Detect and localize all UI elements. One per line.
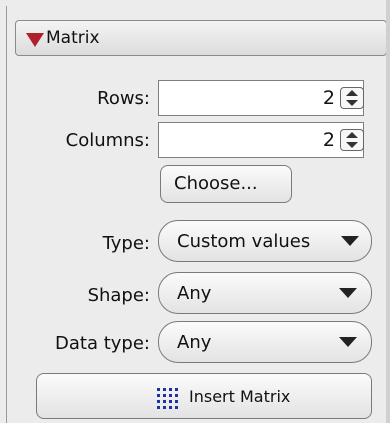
columns-value: 2 [322, 129, 335, 151]
shape-label: Shape: [87, 285, 150, 306]
panel-header[interactable]: Matrix [15, 20, 387, 56]
panel-right-border [386, 0, 390, 423]
rows-field[interactable]: 2 [158, 80, 364, 116]
choose-button[interactable]: Choose... [160, 165, 292, 203]
insert-matrix-label: Insert Matrix [189, 387, 291, 406]
panel-title: Matrix [46, 28, 100, 48]
spin-up-icon[interactable] [346, 132, 358, 138]
datatype-dropdown[interactable]: Any [158, 321, 372, 363]
columns-label: Columns: [65, 130, 150, 151]
rows-value: 2 [322, 87, 335, 109]
spin-up-icon[interactable] [346, 90, 358, 96]
datatype-label: Data type: [55, 333, 150, 354]
shape-dropdown[interactable]: Any [158, 272, 372, 314]
spin-down-icon[interactable] [346, 100, 358, 106]
rows-spinner-icon[interactable] [340, 87, 364, 109]
collapse-triangle-icon[interactable] [26, 33, 44, 47]
matrix-grid-icon [157, 388, 179, 410]
choose-button-label: Choose... [174, 173, 258, 194]
datatype-value: Any [177, 332, 212, 353]
dropdown-arrow-icon [339, 288, 357, 298]
rows-label: Rows: [97, 88, 150, 109]
dropdown-arrow-icon [339, 337, 357, 347]
columns-spinner-icon[interactable] [340, 129, 364, 151]
type-dropdown[interactable]: Custom values [158, 220, 372, 262]
columns-field[interactable]: 2 [158, 122, 364, 158]
shape-value: Any [177, 283, 212, 304]
dropdown-arrow-icon [341, 236, 359, 246]
insert-matrix-button[interactable]: Insert Matrix [36, 373, 372, 419]
spin-down-icon[interactable] [346, 142, 358, 148]
type-label: Type: [102, 233, 150, 254]
type-value: Custom values [177, 231, 311, 252]
